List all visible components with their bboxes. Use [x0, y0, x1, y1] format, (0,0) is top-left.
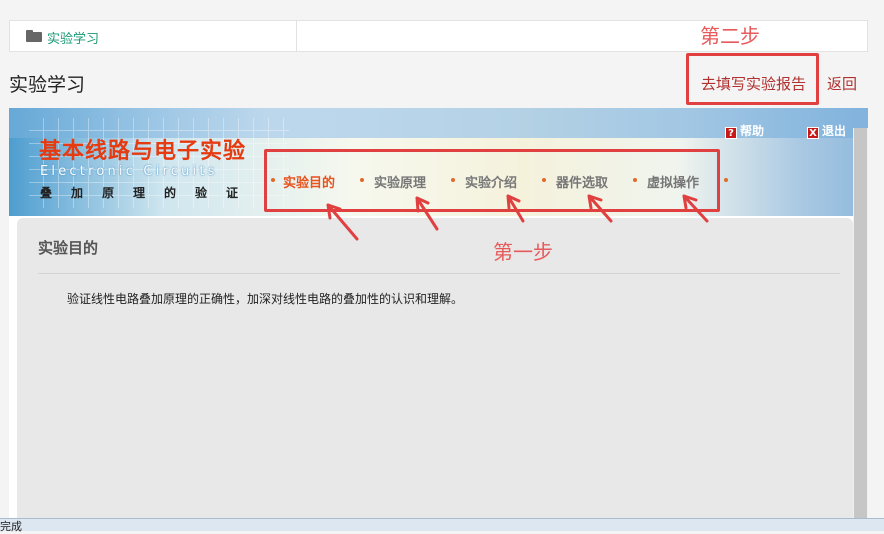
annotation-arrows: [326, 194, 709, 241]
breadcrumb-divider: [296, 21, 297, 51]
arrow-annotation: [587, 194, 613, 223]
content-divider: [38, 273, 840, 274]
arrow-annotation: [326, 203, 359, 241]
arrow-annotation: [415, 196, 439, 231]
fill-report-link[interactable]: 去填写实验报告: [701, 73, 806, 94]
step2-annotation: 第二步: [700, 24, 760, 48]
content-panel: 实验目的 验证线性电路叠加原理的正确性，加深对线性电路的叠加性的认识和理解。: [17, 218, 853, 520]
breadcrumb-link[interactable]: 实验学习: [47, 28, 99, 47]
status-bar: 完成: [0, 518, 884, 533]
content-text: 验证线性电路叠加原理的正确性，加深对线性电路的叠加性的认识和理解。: [67, 292, 464, 306]
page-title: 实验学习: [9, 74, 86, 96]
back-link[interactable]: 返回: [827, 73, 857, 94]
arrow-annotation: [506, 194, 525, 223]
folder-icon: [26, 30, 42, 42]
status-text: 完成: [0, 520, 22, 533]
arrow-annotation: [682, 194, 709, 223]
scrollbar[interactable]: [853, 128, 868, 520]
scrollbar-thumb[interactable]: [854, 128, 867, 520]
lab-frame: 基本线路与电子实验 Electronic Circuits 叠加原理的验证 ? 帮…: [9, 108, 868, 520]
